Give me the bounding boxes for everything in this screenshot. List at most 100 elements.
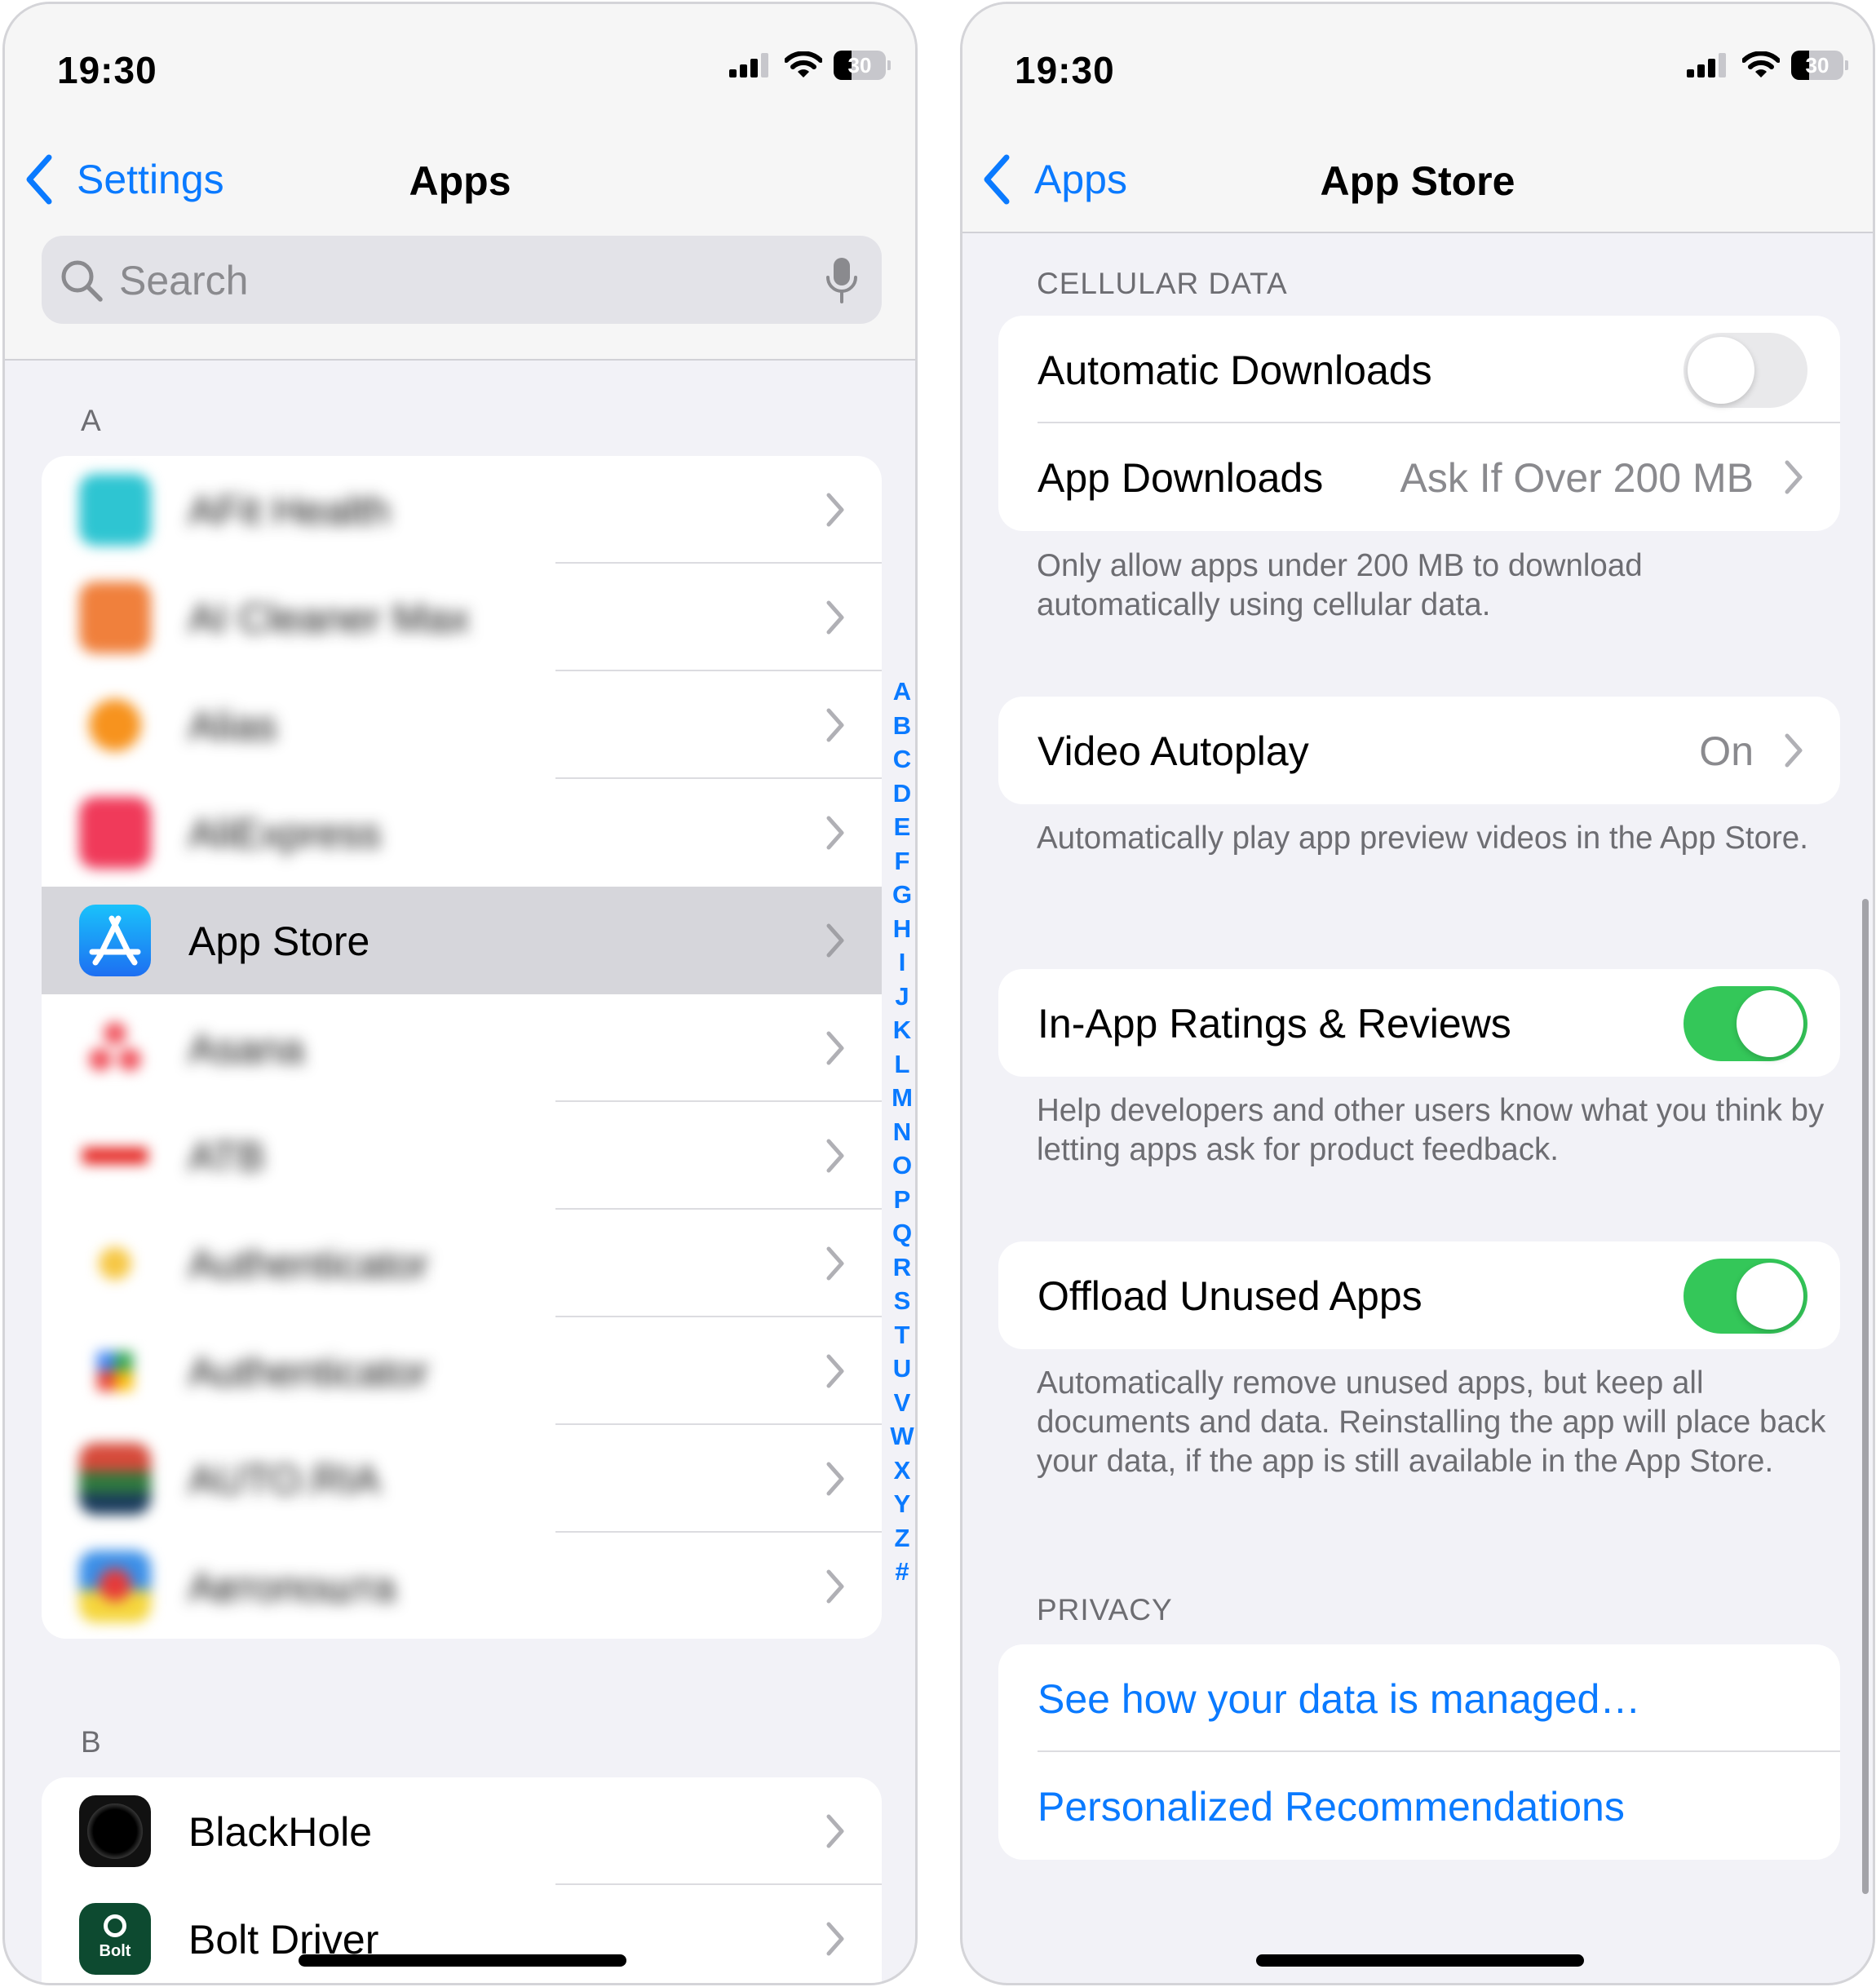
- section-header-a: A: [81, 404, 102, 437]
- index-letter[interactable]: G: [887, 878, 915, 912]
- list-item-blackhole[interactable]: BlackHole: [42, 1777, 882, 1885]
- app-store-app-icon: [79, 905, 151, 976]
- status-icons: 30: [729, 51, 891, 80]
- list-item[interactable]: AFit Health: [42, 456, 882, 564]
- index-letter[interactable]: L: [887, 1047, 915, 1082]
- home-indicator[interactable]: [1256, 1954, 1584, 1967]
- index-letter[interactable]: D: [887, 777, 915, 811]
- app-list-group-a: AFit Health AI Cleaner Max Alias AliExpr…: [42, 456, 882, 1639]
- index-letter[interactable]: U: [887, 1352, 915, 1386]
- app-downloads-row[interactable]: App Downloads Ask If Over 200 MB: [998, 423, 1840, 531]
- atb-app-icon: [79, 1120, 151, 1192]
- offload-unused-apps-row: Offload Unused Apps: [998, 1241, 1840, 1349]
- list-item-bolt-driver[interactable]: Bolt Bolt Driver: [42, 1885, 882, 1983]
- index-letter[interactable]: #: [887, 1555, 915, 1589]
- app-name: BlackHole: [188, 1809, 373, 1855]
- list-item-app-store[interactable]: App Store: [42, 887, 882, 994]
- navigation-bar: Settings Apps: [5, 144, 915, 215]
- index-letter[interactable]: S: [887, 1284, 915, 1318]
- list-item[interactable]: ATB: [42, 1102, 882, 1210]
- link-label: Personalized Recommendations: [1038, 1784, 1625, 1830]
- alias-app-icon: [79, 689, 151, 761]
- app-name: AI Cleaner Max: [188, 595, 470, 641]
- index-letter[interactable]: F: [887, 844, 915, 878]
- list-item[interactable]: AUTO.RIA: [42, 1425, 882, 1533]
- index-letter[interactable]: K: [887, 1013, 915, 1047]
- privacy-group: See how your data is managed… Personaliz…: [998, 1644, 1840, 1860]
- index-letter[interactable]: E: [887, 810, 915, 844]
- chevron-right-icon: [826, 1246, 844, 1281]
- alphabet-index[interactable]: A B C D E F G H I J K L M N O P Q R S T …: [887, 675, 915, 1589]
- wifi-icon: [1742, 51, 1780, 77]
- chevron-right-icon: [1785, 733, 1803, 768]
- list-item[interactable]: Alias: [42, 671, 882, 779]
- list-item[interactable]: Автопошта: [42, 1533, 882, 1639]
- index-letter[interactable]: C: [887, 742, 915, 777]
- chevron-right-icon: [826, 923, 844, 958]
- index-letter[interactable]: O: [887, 1148, 915, 1183]
- microphone-icon[interactable]: [825, 256, 859, 305]
- video-autoplay-footer: Automatically play app preview videos in…: [1037, 821, 1808, 856]
- index-letter[interactable]: I: [887, 945, 915, 980]
- index-letter[interactable]: B: [887, 709, 915, 743]
- search-input[interactable]: Search: [42, 236, 882, 324]
- index-letter[interactable]: Q: [887, 1216, 915, 1250]
- index-letter[interactable]: R: [887, 1250, 915, 1285]
- chevron-right-icon: [826, 1354, 844, 1388]
- apps-list-screen: 19:30 30 Settings Apps Search A AFit Hea…: [2, 2, 918, 1985]
- search-placeholder: Search: [119, 258, 249, 303]
- index-letter[interactable]: A: [887, 675, 915, 709]
- index-letter[interactable]: J: [887, 980, 915, 1014]
- automatic-downloads-toggle[interactable]: [1684, 333, 1807, 408]
- toggle-knob: [1737, 990, 1803, 1057]
- setting-value: Ask If Over 200 MB: [1400, 455, 1754, 501]
- app-name: Alias: [188, 703, 277, 749]
- list-item[interactable]: AI Cleaner Max: [42, 564, 882, 671]
- index-letter[interactable]: W: [887, 1419, 915, 1454]
- bolt-logo-text: Bolt: [99, 1942, 131, 1960]
- toggle-knob: [1688, 337, 1754, 404]
- header-bar: 19:30 30: [962, 4, 1873, 233]
- battery-icon: 30: [834, 51, 891, 80]
- list-item[interactable]: Asana: [42, 994, 882, 1102]
- index-letter[interactable]: V: [887, 1386, 915, 1420]
- aliexpress-app-icon: [79, 797, 151, 869]
- offload-group: Offload Unused Apps: [998, 1241, 1840, 1349]
- google-authenticator-app-icon: [79, 1335, 151, 1407]
- index-letter[interactable]: H: [887, 912, 915, 946]
- home-indicator[interactable]: [299, 1954, 626, 1967]
- chevron-right-icon: [826, 1139, 844, 1173]
- setting-label: In-App Ratings & Reviews: [1038, 1001, 1511, 1047]
- index-letter[interactable]: N: [887, 1115, 915, 1149]
- app-name: Authenticator: [188, 1241, 429, 1287]
- index-letter[interactable]: X: [887, 1454, 915, 1488]
- offload-unused-apps-toggle[interactable]: [1684, 1259, 1807, 1334]
- setting-label: Automatic Downloads: [1038, 347, 1432, 393]
- index-letter[interactable]: Y: [887, 1487, 915, 1521]
- personalized-recommendations-link[interactable]: Personalized Recommendations: [998, 1752, 1840, 1860]
- chevron-right-icon: [826, 1814, 844, 1848]
- status-time: 19:30: [1015, 49, 1115, 91]
- battery-icon: 30: [1791, 51, 1848, 80]
- app-name: Asana: [188, 1026, 304, 1072]
- data-management-link[interactable]: See how your data is managed…: [998, 1644, 1840, 1752]
- wifi-icon: [785, 51, 822, 77]
- list-item[interactable]: Authenticator: [42, 1210, 882, 1317]
- blackhole-app-icon: [79, 1795, 151, 1867]
- setting-value: On: [1699, 728, 1754, 774]
- index-letter[interactable]: T: [887, 1318, 915, 1352]
- index-letter[interactable]: P: [887, 1183, 915, 1217]
- in-app-ratings-row: In-App Ratings & Reviews: [998, 969, 1840, 1077]
- list-item[interactable]: Authenticator: [42, 1317, 882, 1425]
- section-header-privacy: PRIVACY: [1037, 1593, 1173, 1626]
- list-item[interactable]: AliExpress: [42, 779, 882, 887]
- index-letter[interactable]: Z: [887, 1521, 915, 1556]
- asana-app-icon: [79, 1012, 151, 1084]
- video-autoplay-row[interactable]: Video Autoplay On: [998, 697, 1840, 804]
- app-name: Authenticator: [188, 1349, 429, 1395]
- scroll-indicator[interactable]: [1862, 899, 1869, 1894]
- in-app-ratings-toggle[interactable]: [1684, 986, 1807, 1061]
- index-letter[interactable]: M: [887, 1081, 915, 1115]
- app-name: ATB: [188, 1134, 265, 1179]
- status-icons: 30: [1687, 51, 1848, 80]
